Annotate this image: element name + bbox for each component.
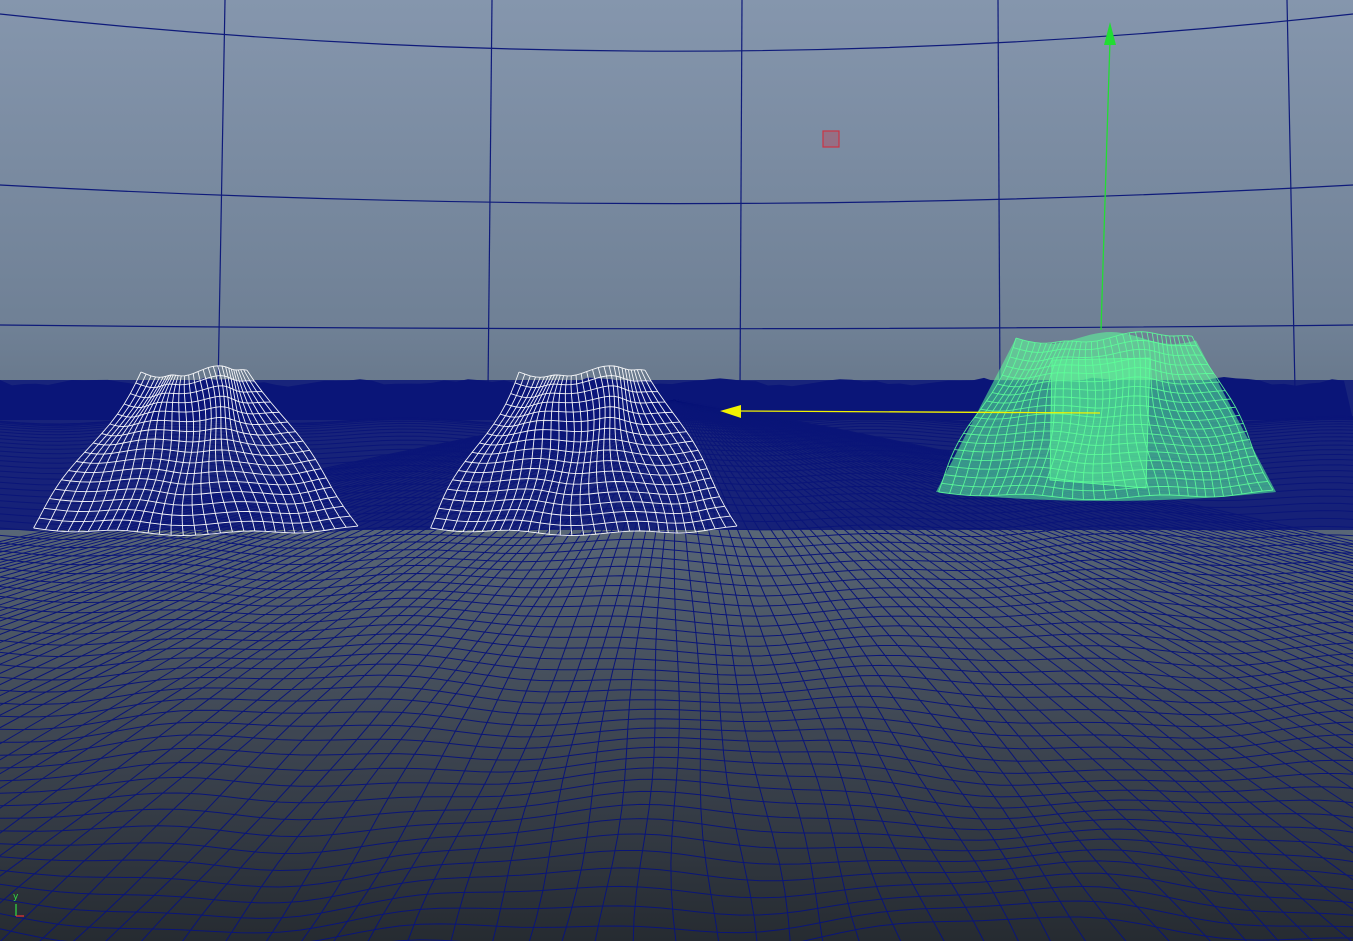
move-y-axis-handle[interactable]	[1100, 39, 1111, 331]
move-center-handle-icon[interactable]	[822, 130, 840, 148]
axis-gizmo-icon	[15, 904, 24, 917]
perspective-viewport[interactable]: y	[0, 0, 1353, 941]
scene-canvas[interactable]	[0, 0, 1353, 941]
axis-orientation-gizmo: y	[8, 892, 32, 922]
background-grid	[0, 0, 1353, 391]
rock-mesh-selected[interactable]	[936, 331, 1276, 501]
move-y-arrow-icon[interactable]	[1104, 22, 1116, 45]
axis-gizmo-y-label: y	[13, 892, 19, 902]
